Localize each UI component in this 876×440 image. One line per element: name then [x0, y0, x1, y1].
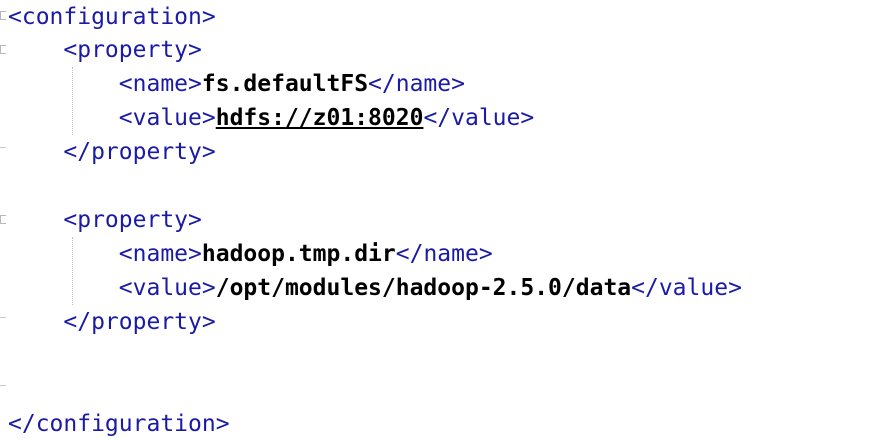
fold-collapse-icon[interactable] [0, 215, 6, 224]
xml-tag: </value> [631, 275, 742, 301]
xml-tag: </value> [423, 105, 535, 131]
property-name-value: fs.defaultFS [201, 71, 369, 97]
code-line-property-open[interactable]: <property> [8, 33, 202, 67]
xml-tag: <value> [118, 275, 216, 301]
property-name-value: hadoop.tmp.dir [201, 241, 396, 267]
xml-tag: </name> [395, 241, 493, 267]
xml-tag: </configuration> [8, 411, 230, 437]
code-line-name[interactable]: <name>hadoop.tmp.dir</name> [8, 237, 493, 271]
code-line-value[interactable]: <value>/opt/modules/hadoop-2.5.0/data</v… [8, 271, 742, 305]
xml-tag: <value> [118, 105, 216, 131]
fold-end-icon [0, 147, 6, 148]
xml-tag: <name> [118, 241, 202, 267]
xml-tag: </property> [63, 309, 216, 335]
property-value-value: /opt/modules/hadoop-2.5.0/data [215, 275, 632, 301]
xml-tag: </name> [368, 71, 465, 97]
fold-collapse-icon[interactable] [0, 45, 6, 54]
code-line-name[interactable]: <name>fs.defaultFS</name> [8, 67, 465, 101]
code-line-configuration-open[interactable]: <configuration> [8, 0, 216, 34]
xml-tag: <configuration> [8, 4, 216, 30]
code-line-configuration-close[interactable]: </configuration> [8, 407, 230, 440]
code-line-value[interactable]: <value>hdfs://z01:8020</value> [8, 101, 534, 135]
code-line-property-close[interactable]: </property> [8, 305, 216, 339]
fold-end-icon [0, 317, 6, 318]
xml-tag: <name> [118, 71, 202, 97]
hdfs-url-link[interactable]: hdfs://z01:8020 [216, 105, 424, 131]
xml-tag: <property> [63, 37, 202, 63]
xml-tag: </property> [63, 139, 216, 165]
xml-tag: <property> [63, 207, 202, 233]
fold-end-icon [0, 385, 6, 386]
xml-editor[interactable]: <configuration> <property> <name>fs.defa… [0, 0, 876, 440]
fold-collapse-icon[interactable] [0, 11, 6, 20]
code-line-property-open[interactable]: <property> [8, 203, 202, 237]
fold-margin [0, 0, 8, 440]
code-line-property-close[interactable]: </property> [8, 135, 216, 169]
